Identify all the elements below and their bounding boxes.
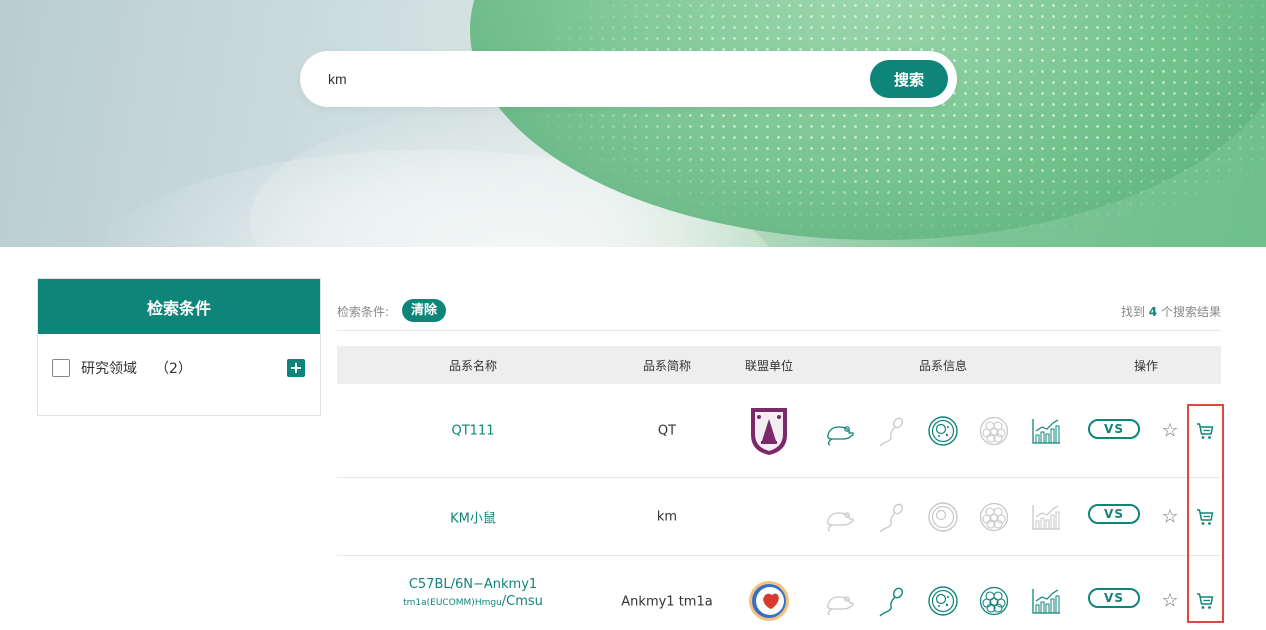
result-count-text: 找到 4 个搜索结果 bbox=[1120, 305, 1221, 319]
column-header-info: 品系信息 bbox=[918, 359, 968, 373]
conditions-label: 检索条件: bbox=[337, 305, 390, 319]
filter-label: 研究领域 bbox=[81, 361, 137, 377]
strain-abbr: Ankmy1 tm1a bbox=[621, 594, 713, 610]
sperm-icon[interactable] bbox=[875, 415, 907, 447]
embryo-icon[interactable] bbox=[927, 585, 959, 617]
sperm-icon[interactable] bbox=[875, 585, 907, 617]
embryo-icon[interactable] bbox=[927, 415, 959, 447]
clear-button[interactable]: 清除 bbox=[402, 299, 447, 322]
early-embryo-icon[interactable] bbox=[978, 501, 1010, 533]
hero-dot-pattern bbox=[520, 0, 1266, 240]
search-conditions-bar: 检索条件: 清除 找到 4 个搜索结果 bbox=[337, 290, 1221, 331]
column-header-abbr: 品系简称 bbox=[642, 359, 692, 373]
filter-checkbox[interactable] bbox=[52, 359, 70, 377]
njau-logo bbox=[751, 408, 787, 455]
expand-plus-icon[interactable]: + bbox=[287, 359, 305, 377]
early-embryo-icon[interactable] bbox=[978, 415, 1010, 447]
column-header-strain-name: 品系名称 bbox=[448, 359, 498, 373]
strain-abbr: km bbox=[656, 509, 678, 525]
search-button[interactable]: 搜索 bbox=[870, 60, 948, 98]
filter-count: （2） bbox=[155, 361, 192, 377]
results-panel: 检索条件: 清除 找到 4 个搜索结果 品系名称 品系简称 联盟单位 品系信息 … bbox=[337, 290, 1221, 621]
column-header-actions: 操作 bbox=[1133, 359, 1159, 373]
embryo-icon[interactable] bbox=[927, 501, 959, 533]
red-logo bbox=[749, 581, 789, 621]
column-header-unit: 联盟单位 bbox=[744, 359, 794, 373]
mouse-icon[interactable] bbox=[824, 585, 856, 617]
mouse-icon[interactable] bbox=[824, 501, 856, 533]
search-bar: 搜索 bbox=[300, 51, 957, 107]
chart-icon[interactable] bbox=[1030, 415, 1062, 447]
favorite-star-icon[interactable]: ☆ bbox=[1161, 591, 1178, 611]
filter-sidebar: 检索条件 研究领域 （2） + bbox=[37, 278, 321, 416]
strain-name-link[interactable]: C57BL/6N−Ankmy1 tm1a(EUCOMM)Hmgu/Cmsu bbox=[403, 576, 543, 612]
sidebar-title: 检索条件 bbox=[38, 279, 320, 334]
sperm-icon[interactable] bbox=[875, 501, 907, 533]
strain-allele-superscript: tm1a(EUCOMM)Hmgu bbox=[403, 598, 502, 608]
early-embryo-icon[interactable] bbox=[978, 585, 1010, 617]
favorite-star-icon[interactable]: ☆ bbox=[1161, 421, 1178, 441]
hero-banner: 搜索 bbox=[0, 0, 1266, 247]
cart-column-highlight bbox=[1187, 404, 1224, 623]
vs-compare-button[interactable]: VS bbox=[1088, 504, 1140, 524]
vs-compare-button[interactable]: VS bbox=[1088, 588, 1140, 608]
table-header: 品系名称 品系简称 联盟单位 品系信息 操作 bbox=[337, 346, 1221, 384]
table-row: C57BL/6N−Ankmy1 tm1a(EUCOMM)Hmgu/Cmsu An… bbox=[337, 556, 1221, 630]
vs-compare-button[interactable]: VS bbox=[1088, 419, 1140, 439]
chart-icon[interactable] bbox=[1030, 585, 1062, 617]
table-row: KM小鼠 km VS ☆ bbox=[337, 478, 1221, 556]
mouse-icon[interactable] bbox=[824, 415, 856, 447]
strain-name-link[interactable]: QT111 bbox=[452, 424, 495, 439]
table-row: QT111 QT VS ☆ bbox=[337, 384, 1221, 478]
chart-icon[interactable] bbox=[1030, 501, 1062, 533]
strain-abbr: QT bbox=[657, 423, 677, 439]
favorite-star-icon[interactable]: ☆ bbox=[1161, 507, 1178, 527]
search-input[interactable] bbox=[328, 65, 848, 93]
result-count: 4 bbox=[1148, 305, 1158, 319]
filter-item-research-field[interactable]: 研究领域 （2） + bbox=[38, 334, 320, 404]
strain-name-link[interactable]: KM小鼠 bbox=[450, 508, 496, 527]
